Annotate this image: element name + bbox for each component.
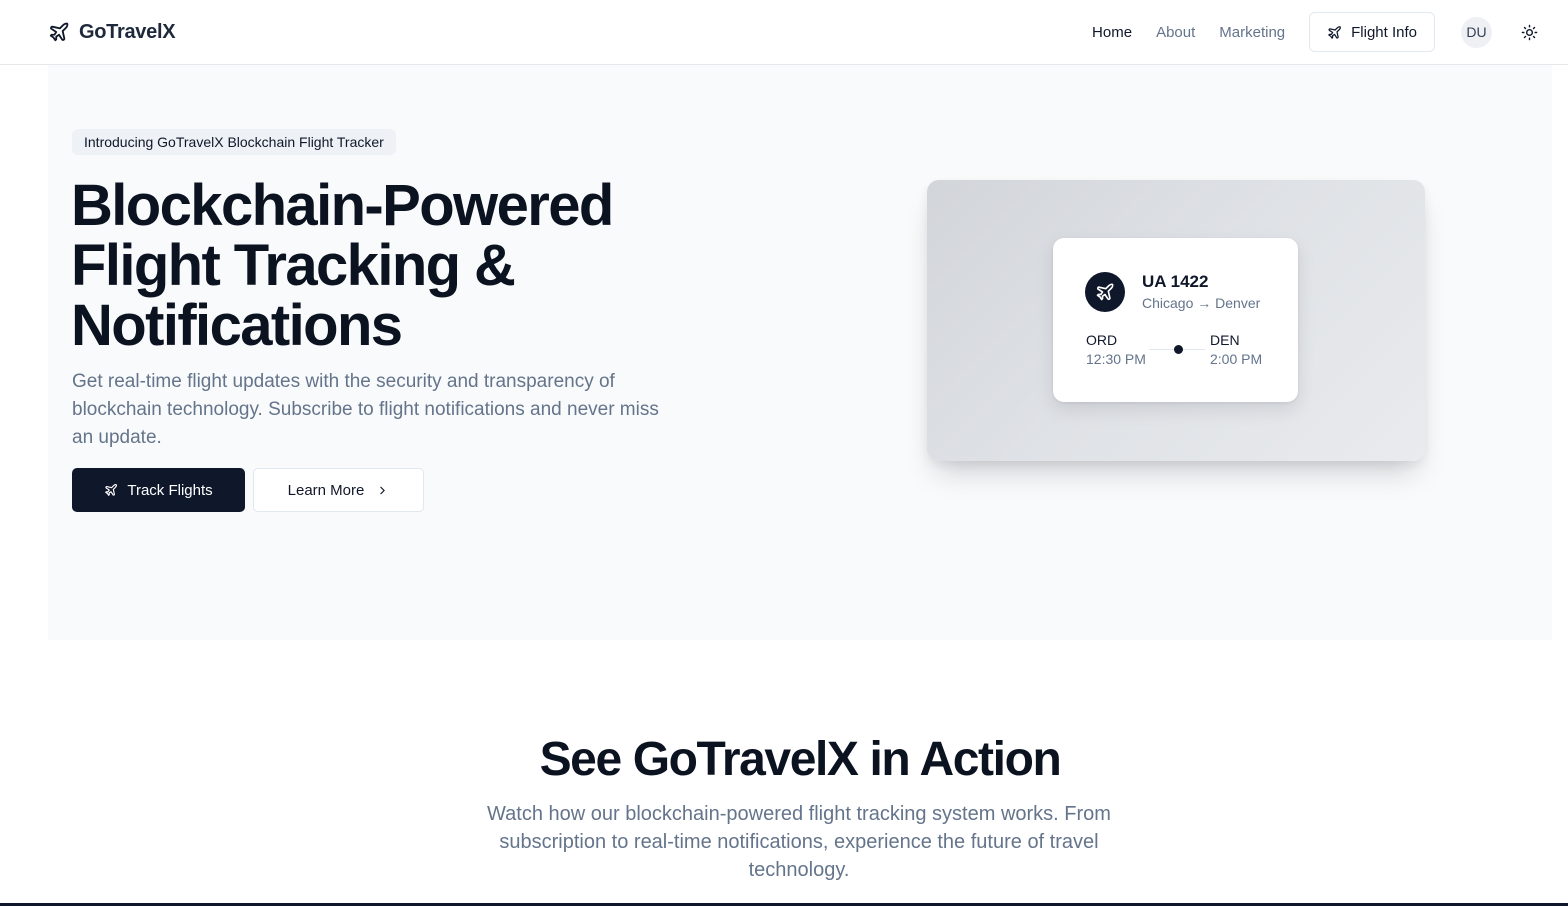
sun-icon xyxy=(1521,24,1537,40)
departure-time: 12:30 PM xyxy=(1086,351,1146,367)
chevron-right-icon xyxy=(380,486,386,494)
hero-subtitle: Get real-time flight updates with the se… xyxy=(72,371,659,448)
flight-route: Chicago → Denver xyxy=(1142,295,1261,311)
hero-title-line: Flight Tracking & xyxy=(71,233,516,298)
flight-number: UA 1422 xyxy=(1142,272,1209,291)
route-progress-dot xyxy=(1174,345,1183,354)
plane-icon xyxy=(105,484,118,496)
intro-badge: Introducing GoTravelX Blockchain Flight … xyxy=(72,129,396,155)
flight-card[interactable]: UA 1422 Chicago → Denver ORD 12:30 PM DE… xyxy=(1053,238,1298,402)
main-nav: Home About Marketing Flight Info DU xyxy=(1092,12,1544,52)
top-navbar: GoTravelX Home About Marketing Flight In… xyxy=(0,0,1568,65)
hero-title-line: Blockchain-Powered xyxy=(71,173,614,238)
origin-code: ORD xyxy=(1086,332,1118,348)
learn-more-label: Learn More xyxy=(287,481,365,499)
nav-marketing-link[interactable]: Marketing xyxy=(1219,24,1285,41)
track-flights-button[interactable]: Track Flights xyxy=(72,468,245,512)
learn-more-button[interactable]: Learn More xyxy=(253,468,424,512)
flight-info-button[interactable]: Flight Info xyxy=(1309,12,1435,52)
theme-toggle-button[interactable] xyxy=(1520,23,1538,41)
plane-icon xyxy=(1096,283,1114,301)
plane-icon xyxy=(1328,25,1341,39)
brand-name: GoTravelX xyxy=(79,20,176,43)
destination-code: DEN xyxy=(1210,332,1240,348)
arrival-time: 2:00 PM xyxy=(1210,351,1263,367)
plane-badge xyxy=(1085,272,1125,312)
flight-preview-panel: UA 1422 Chicago → Denver ORD 12:30 PM DE… xyxy=(927,180,1425,461)
track-flights-label: Track Flights xyxy=(127,481,213,499)
nav-about-link[interactable]: About xyxy=(1156,24,1195,41)
section-subtitle: Watch how our blockchain-powered flight … xyxy=(487,803,1111,881)
hero-section: Introducing GoTravelX Blockchain Flight … xyxy=(48,65,1552,640)
flight-info-label: Flight Info xyxy=(1351,23,1417,41)
brand-logo[interactable]: GoTravelX xyxy=(48,19,176,45)
section-title: See GoTravelX in Action xyxy=(539,733,1062,786)
nav-home-link[interactable]: Home xyxy=(1092,24,1132,41)
hero-title-line: Notifications xyxy=(71,293,403,358)
hero-title: Blockchain-Powered Flight Tracking & Not… xyxy=(71,176,711,356)
user-avatar[interactable]: DU xyxy=(1461,16,1492,48)
plane-icon xyxy=(49,22,69,42)
